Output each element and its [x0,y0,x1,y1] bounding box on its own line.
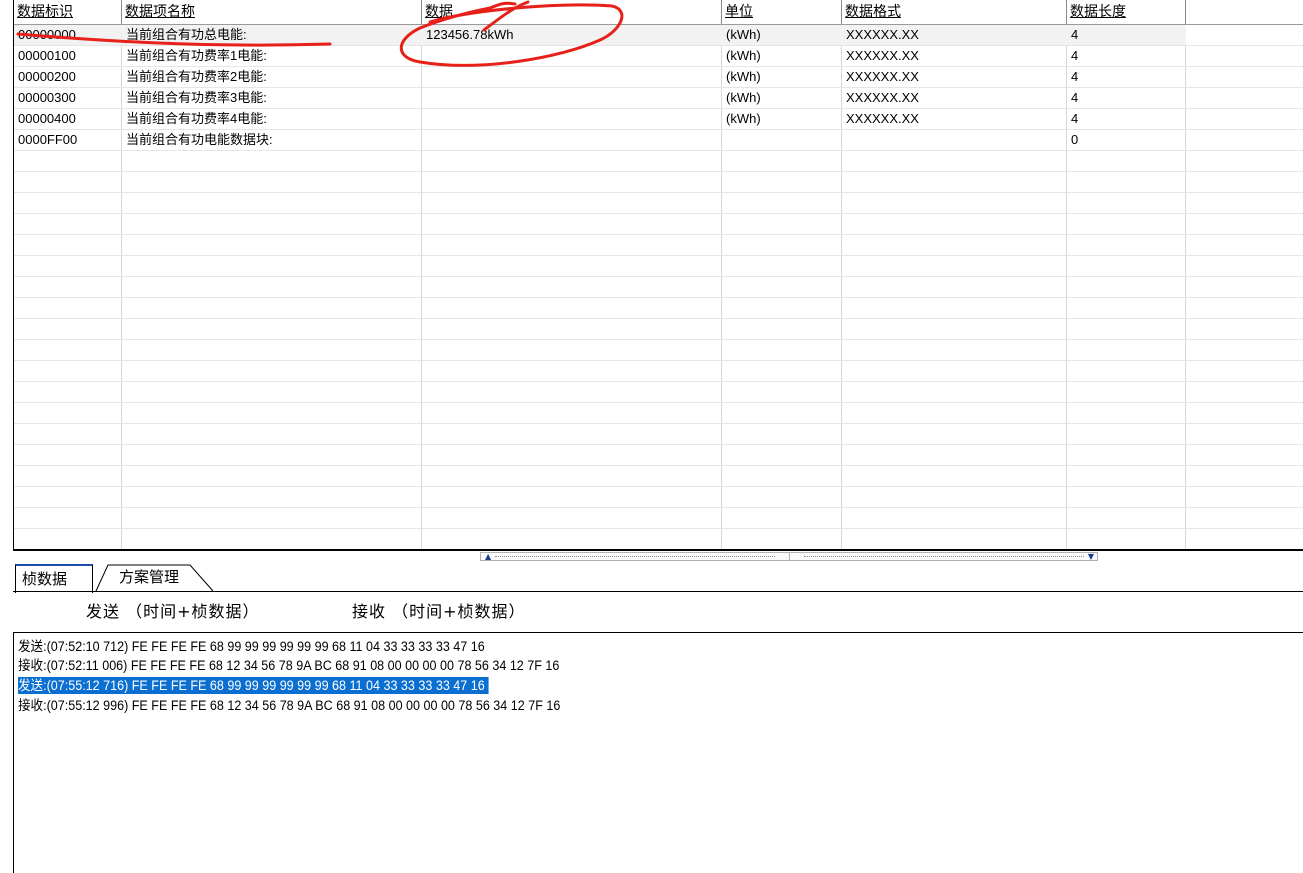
cell-length: 4 [1071,69,1079,84]
empty-grid-row[interactable] [14,445,1303,466]
log-line[interactable]: 发送:(07:52:10 712) FE FE FE FE 68 99 99 9… [18,638,485,655]
empty-grid-row[interactable] [14,424,1303,445]
column-header-unit[interactable]: 单位 [722,0,842,24]
cell-length: 4 [1071,48,1079,63]
log-line[interactable]: 接收:(07:52:11 006) FE FE FE FE 68 12 34 5… [18,657,559,674]
send-column-label: 发送 （时间+桢数据） [86,602,260,621]
tab-bar: 桢数据 方案管理 [13,560,1303,593]
data-grid[interactable]: 数据标识 数据项名称 数据 单位 数据格式 数据长度 00000000 当前组合有… [13,0,1303,550]
empty-grid-row[interactable] [14,193,1303,214]
frame-log[interactable]: 发送:(07:52:10 712) FE FE FE FE 68 99 99 9… [13,632,1303,873]
cell-name: 当前组合有功电能数据块: [126,132,273,147]
cell-id: 00000300 [18,90,76,105]
cell-length: 4 [1071,90,1079,105]
empty-grid-row[interactable] [14,298,1303,319]
cell-length: 4 [1071,111,1079,126]
grid-border [13,549,1303,551]
cell-format: XXXXXX.XX [846,27,919,42]
empty-grid-row[interactable] [14,529,1303,550]
cell-id: 00000400 [18,111,76,126]
empty-grid-row[interactable] [14,319,1303,340]
tab-frame-data[interactable]: 桢数据 [15,564,93,593]
cell-format [842,130,1067,150]
cell-data [422,109,722,129]
cell-unit [722,130,842,150]
cell-data: 123456.78kWh [426,27,514,42]
tab-baseline [13,591,1303,592]
empty-grid-row[interactable] [14,214,1303,235]
grid-row[interactable]: 00000400 当前组合有功费率4电能: (kWh) XXXXXX.XX 4 [14,109,1303,130]
empty-grid-row[interactable] [14,487,1303,508]
cell-name: 当前组合有功费率1电能: [126,48,267,63]
empty-grid-row[interactable] [14,508,1303,529]
cell-id: 0000FF00 [18,132,78,147]
splitter-down-handle[interactable]: ▼ [789,553,1098,561]
empty-grid-row[interactable] [14,361,1303,382]
empty-grid-row[interactable] [14,382,1303,403]
cell-format: XXXXXX.XX [846,90,919,105]
splitter-up-handle[interactable]: ▲ [481,553,789,561]
grid-header: 数据标识 数据项名称 数据 单位 数据格式 数据长度 [14,0,1303,25]
cell-filler [1186,25,1303,45]
tab-plan-management-label: 方案管理 [119,568,180,586]
cell-name: 当前组合有功费率2电能: [126,69,267,84]
cell-unit: (kWh) [726,27,761,42]
cell-format: XXXXXX.XX [846,48,919,63]
cell-data [422,46,722,66]
cell-unit: (kWh) [726,69,761,84]
column-header-data[interactable]: 数据 [422,0,722,24]
cell-id: 00000200 [18,69,76,84]
cell-format: XXXXXX.XX [846,69,919,84]
empty-grid-row[interactable] [14,172,1303,193]
cell-unit: (kWh) [726,48,761,63]
cell-unit: (kWh) [726,111,761,126]
cell-name: 当前组合有功费率3电能: [126,90,267,105]
cell-name: 当前组合有功费率4电能: [126,111,267,126]
log-line[interactable]: 接收:(07:55:12 996) FE FE FE FE 68 12 34 5… [18,697,560,714]
tab-frame-data-label: 桢数据 [22,570,68,588]
log-line-selected[interactable]: 发送:(07:55:12 716) FE FE FE FE 68 99 99 9… [18,677,489,694]
grid-row[interactable]: 00000300 当前组合有功费率3电能: (kWh) XXXXXX.XX 4 [14,88,1303,109]
column-header-filler [1186,0,1303,24]
empty-grid-row[interactable] [14,256,1303,277]
empty-grid-row[interactable] [14,340,1303,361]
cell-id: 00000100 [18,48,76,63]
grid-row[interactable]: 00000200 当前组合有功费率2电能: (kWh) XXXXXX.XX 4 [14,67,1303,88]
cell-data [422,130,722,150]
cell-length: 4 [1071,27,1079,42]
grid-body: 00000000 当前组合有功总电能: 123456.78kWh (kWh) XXXXX… [14,25,1303,550]
empty-grid-row[interactable] [14,466,1303,487]
cell-length: 0 [1071,132,1079,147]
column-header-format[interactable]: 数据格式 [842,0,1067,24]
cell-unit: (kWh) [726,90,761,105]
tab-plan-management[interactable]: 方案管理 [95,564,217,592]
column-header-length[interactable]: 数据长度 [1067,0,1186,24]
cell-name: 当前组合有功总电能: [126,27,247,42]
column-header-id[interactable]: 数据标识 [14,0,122,24]
empty-grid-row[interactable] [14,235,1303,256]
cell-id: 00000000 [18,27,76,42]
cell-data [422,88,722,108]
empty-grid-row[interactable] [14,151,1303,172]
frame-header: 发送 （时间+桢数据） 接收 （时间+桢数据） [13,593,1303,631]
receive-column-label: 接收 （时间+桢数据） [352,602,526,621]
grid-row[interactable]: 00000100 当前组合有功费率1电能: (kWh) XXXXXX.XX 4 [14,46,1303,67]
empty-grid-row[interactable] [14,403,1303,424]
column-header-name[interactable]: 数据项名称 [122,0,422,24]
cell-data [422,67,722,87]
grid-row[interactable]: 0000FF00 当前组合有功电能数据块: 0 [14,130,1303,151]
grid-row[interactable]: 00000000 当前组合有功总电能: 123456.78kWh (kWh) XXXXX… [14,25,1303,46]
empty-grid-row[interactable] [14,277,1303,298]
cell-format: XXXXXX.XX [846,111,919,126]
